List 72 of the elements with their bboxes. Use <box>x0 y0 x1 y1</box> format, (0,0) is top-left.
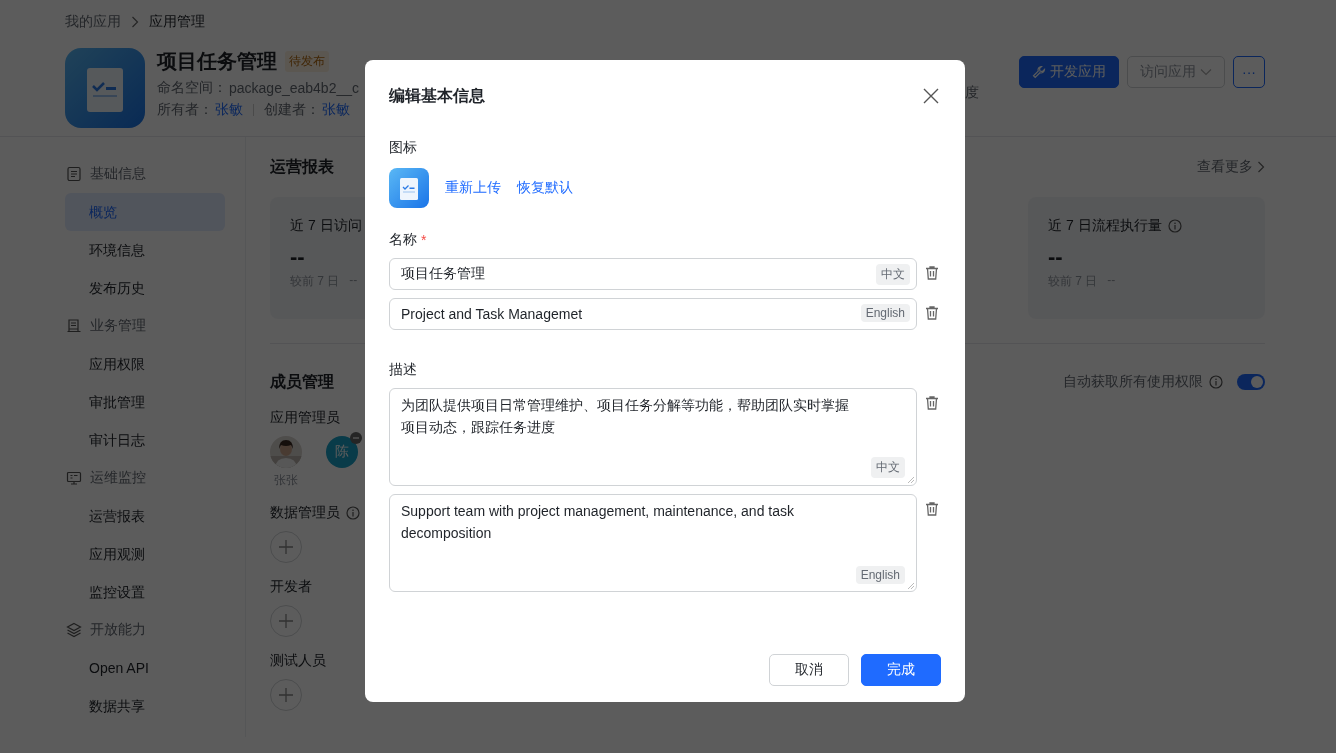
sidebar-item[interactable]: 监控设置 <box>65 573 225 611</box>
wrench-icon <box>1032 65 1046 79</box>
delete-button[interactable] <box>924 265 940 281</box>
chevron-right-icon <box>1257 161 1265 173</box>
section-title: 运营报表 <box>270 156 334 177</box>
text-link[interactable]: 重新上传 <box>445 179 501 197</box>
field-label: 图标 <box>389 138 418 157</box>
plus-icon <box>279 688 293 702</box>
resize-handle-icon <box>908 583 914 589</box>
trash-icon <box>924 501 940 517</box>
delete-button[interactable] <box>924 395 940 411</box>
cancel-button[interactable]: 取消 <box>769 654 849 686</box>
field-label: 描述 <box>389 360 418 379</box>
sidebar-item[interactable]: 数据共享 <box>65 687 225 725</box>
sidebar-item[interactable]: Open API <box>65 649 225 687</box>
section-title: 成员管理 <box>270 371 334 392</box>
trash-icon <box>924 265 940 281</box>
role-label: 开发者 <box>270 578 312 596</box>
compare-value: -- <box>349 273 358 289</box>
sidebar-item[interactable]: 概览 <box>65 193 225 231</box>
develop-button[interactable]: 开发应用 <box>1019 56 1119 88</box>
language-tag: 中文 <box>876 264 910 285</box>
resize-handle-icon <box>908 477 914 483</box>
owner-link[interactable]: 张敏 <box>215 101 243 119</box>
sidebar-item[interactable]: 发布历史 <box>65 269 225 307</box>
sidebar-item[interactable]: 应用权限 <box>65 345 225 383</box>
stat-value: -- <box>290 243 306 271</box>
trash-icon <box>924 305 940 321</box>
compare-value: -- <box>1107 273 1116 289</box>
monitor-icon <box>66 470 82 486</box>
sidebar-item[interactable]: 审计日志 <box>65 421 225 459</box>
sidebar-item[interactable]: 应用观测 <box>65 535 225 573</box>
close-button[interactable] <box>921 86 941 106</box>
role-label: 应用管理员 <box>270 409 340 427</box>
required-mark: * <box>421 232 427 248</box>
text-link[interactable]: 恢复默认 <box>517 179 573 197</box>
language-tag: English <box>860 304 910 322</box>
delete-button[interactable] <box>924 305 940 321</box>
plus-icon <box>279 540 293 554</box>
role-label: 测试人员 <box>270 652 326 670</box>
chevron-right-icon <box>131 16 139 28</box>
role-label: 数据管理员 <box>270 504 340 522</box>
document-icon <box>66 166 82 182</box>
layers-icon <box>66 622 82 638</box>
stat-value: -- <box>1048 243 1064 271</box>
sidebar-item[interactable]: 运营报表 <box>65 497 225 535</box>
sidebar-item[interactable]: 环境信息 <box>65 231 225 269</box>
meta-label: 度 <box>965 84 979 102</box>
delete-button[interactable] <box>924 501 940 517</box>
language-tag: English <box>855 566 905 584</box>
status-tag: 待发布 <box>285 51 329 72</box>
namespace-value: package_eab4b2__c <box>229 80 359 96</box>
stat-title: 近 7 日流程执行量 <box>1048 217 1162 235</box>
avatar: 陈 <box>326 436 358 468</box>
app-icon <box>389 168 429 208</box>
close-icon <box>923 88 939 104</box>
trash-icon <box>924 395 940 411</box>
app-title: 项目任务管理 <box>157 49 277 74</box>
book-icon <box>66 318 82 334</box>
sidebar-item[interactable]: 审批管理 <box>65 383 225 421</box>
caret-icon <box>1200 68 1212 76</box>
creator-link[interactable]: 张敏 <box>322 101 350 119</box>
more-button[interactable]: ··· <box>1233 56 1265 88</box>
confirm-button[interactable]: 完成 <box>861 654 941 686</box>
language-tag: 中文 <box>871 457 905 478</box>
stat-title: 近 7 日访问 <box>290 217 362 235</box>
info-icon <box>1209 375 1223 389</box>
plus-icon <box>279 614 293 628</box>
dialog-title: 编辑基本信息 <box>389 85 485 106</box>
toggle-switch[interactable] <box>1237 374 1265 390</box>
app-icon <box>65 48 145 128</box>
field-label: 名称 <box>389 231 417 249</box>
